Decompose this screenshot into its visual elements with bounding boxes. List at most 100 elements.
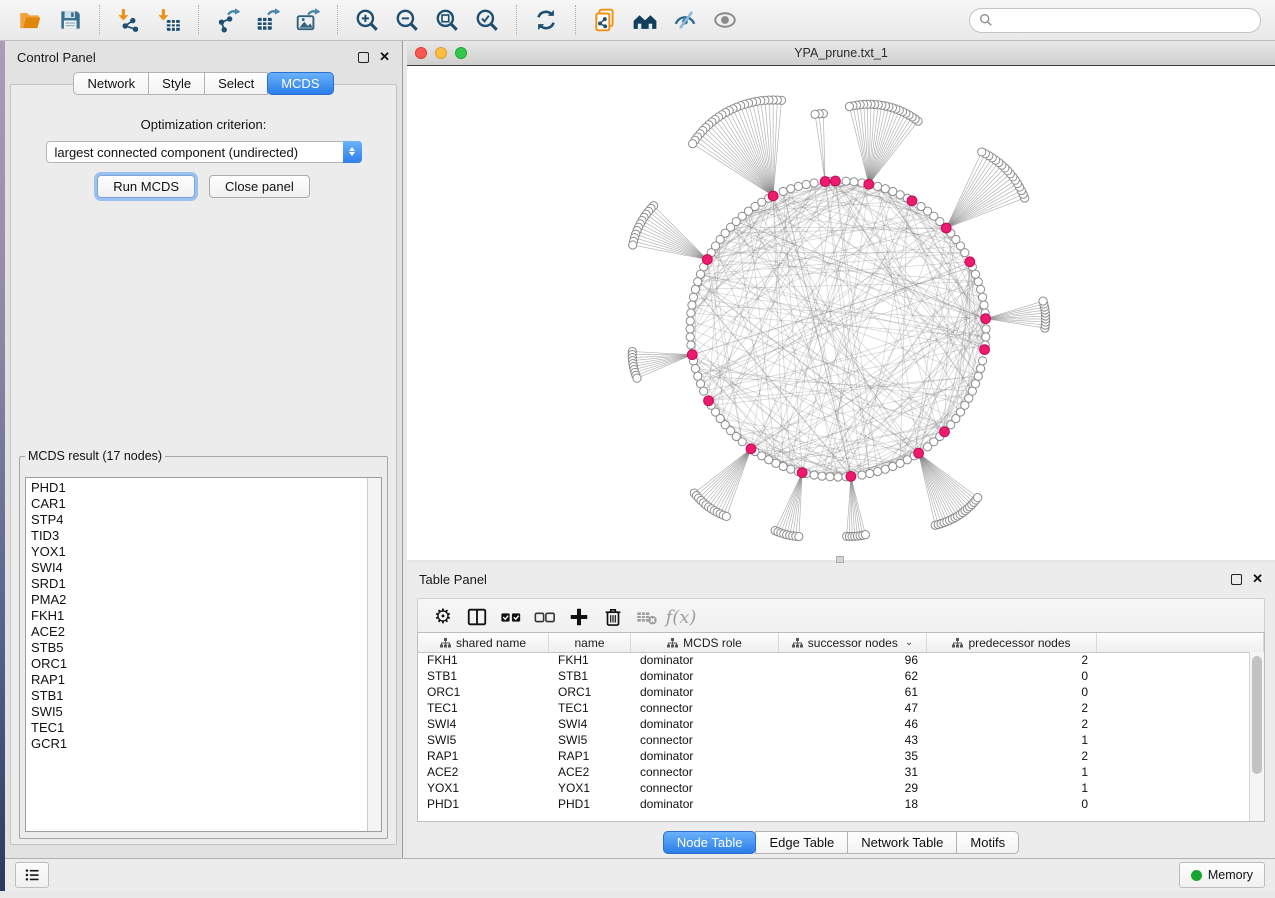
neighbors-icon[interactable] [630, 5, 660, 35]
network-node[interactable] [818, 472, 826, 480]
network-node[interactable] [686, 317, 694, 325]
network-node[interactable] [633, 374, 641, 382]
column-header-predecessor-nodes[interactable]: predecessor nodes [927, 633, 1097, 652]
network-node[interactable] [691, 285, 699, 293]
mcds-result-item[interactable]: STB1 [31, 688, 368, 704]
network-node[interactable] [845, 103, 853, 111]
table-tab-motifs[interactable]: Motifs [956, 831, 1019, 854]
network-node[interactable] [826, 473, 834, 481]
table-row[interactable]: ORC1ORC1dominator610 [418, 684, 1250, 700]
network-node[interactable] [688, 301, 696, 309]
save-session-icon[interactable] [55, 5, 85, 35]
zoom-out-icon[interactable] [392, 5, 422, 35]
network-node[interactable] [971, 380, 979, 388]
network-node[interactable] [694, 372, 702, 380]
table-tab-network-table[interactable]: Network Table [847, 831, 957, 854]
dominator-node[interactable] [981, 314, 991, 324]
dominator-node[interactable] [702, 255, 712, 265]
network-node[interactable] [722, 512, 730, 520]
panel-list-button[interactable] [15, 862, 49, 888]
dominator-node[interactable] [907, 196, 917, 206]
network-node[interactable] [861, 531, 869, 539]
network-node[interactable] [696, 270, 704, 278]
tab-network[interactable]: Network [73, 72, 149, 95]
mcds-result-item[interactable]: GCR1 [31, 736, 368, 752]
network-node[interactable] [691, 364, 699, 372]
table-row[interactable]: SWI4SWI4dominator462 [418, 716, 1250, 732]
network-node[interactable] [779, 462, 787, 470]
network-node[interactable] [687, 341, 695, 349]
network-node[interactable] [881, 185, 889, 193]
dominator-node[interactable] [965, 257, 975, 267]
network-node[interactable] [881, 465, 889, 473]
column-header-MCDS-role[interactable]: MCDS role [631, 633, 779, 652]
unselect-all-columns-icon[interactable] [528, 602, 562, 632]
network-node[interactable] [850, 178, 858, 186]
new-network-from-selection-icon[interactable] [590, 5, 620, 35]
show-all-icon[interactable] [710, 5, 740, 35]
network-node[interactable] [686, 333, 694, 341]
zoom-fit-icon[interactable] [432, 5, 462, 35]
import-table-icon[interactable] [154, 5, 184, 35]
network-node[interactable] [794, 182, 802, 190]
tab-select[interactable]: Select [204, 72, 268, 95]
network-node[interactable] [866, 469, 874, 477]
network-node[interactable] [873, 182, 881, 190]
dominator-node[interactable] [797, 468, 807, 478]
refresh-layout-icon[interactable] [531, 5, 561, 35]
dominator-node[interactable] [704, 396, 714, 406]
open-session-icon[interactable] [15, 5, 45, 35]
network-node[interactable] [974, 278, 982, 286]
table-row[interactable]: PHD1PHD1dominator180 [418, 796, 1250, 812]
zoom-selected-icon[interactable] [472, 5, 502, 35]
mcds-result-item[interactable]: CAR1 [31, 496, 368, 512]
delete-column-icon[interactable] [596, 602, 630, 632]
network-node[interactable] [982, 325, 990, 333]
table-row[interactable]: YOX1YOX1connector291 [418, 780, 1250, 796]
table-row[interactable]: SWI5SWI5connector431 [418, 732, 1250, 748]
dominator-node[interactable] [864, 179, 874, 189]
network-node[interactable] [700, 387, 708, 395]
select-all-columns-icon[interactable] [494, 602, 528, 632]
column-header-shared-name[interactable]: shared name [418, 633, 549, 652]
network-node[interactable] [687, 309, 695, 317]
network-node[interactable] [787, 185, 795, 193]
network-node[interactable] [802, 180, 810, 188]
mcds-result-item[interactable]: SWI4 [31, 560, 368, 576]
mcds-result-item[interactable]: ORC1 [31, 656, 368, 672]
network-node[interactable] [978, 148, 986, 156]
dominator-node[interactable] [940, 427, 950, 437]
network-node[interactable] [858, 471, 866, 479]
tab-style[interactable]: Style [148, 72, 205, 95]
dominator-node[interactable] [768, 191, 778, 201]
network-node[interactable] [795, 532, 803, 540]
network-node[interactable] [980, 301, 988, 309]
close-panel-button[interactable]: Close panel [209, 175, 310, 198]
network-node[interactable] [917, 202, 925, 210]
close-panel-icon[interactable]: ✕ [379, 52, 390, 62]
table-scrollbar-thumb[interactable] [1252, 656, 1262, 774]
mcds-result-item[interactable]: PHD1 [31, 480, 368, 496]
zoom-in-icon[interactable] [352, 5, 382, 35]
memory-button[interactable]: Memory [1179, 862, 1265, 888]
network-node[interactable] [873, 468, 881, 476]
network-node[interactable] [978, 357, 986, 365]
network-node[interactable] [810, 471, 818, 479]
column-header-name[interactable]: name [549, 633, 631, 652]
network-node[interactable] [629, 241, 637, 249]
mcds-result-item[interactable]: SRD1 [31, 576, 368, 592]
network-node[interactable] [694, 278, 702, 286]
table-row[interactable]: TEC1TEC1connector472 [418, 700, 1250, 716]
mcds-result-item[interactable]: STB5 [31, 640, 368, 656]
mcds-result-item[interactable]: TEC1 [31, 720, 368, 736]
close-table-panel-icon[interactable]: ✕ [1252, 574, 1263, 584]
search-input[interactable] [998, 12, 1251, 28]
tab-mcds[interactable]: MCDS [267, 72, 333, 95]
mcds-result-item[interactable]: TID3 [31, 528, 368, 544]
network-canvas[interactable] [407, 66, 1275, 560]
dominator-node[interactable] [687, 350, 697, 360]
splitter-handle[interactable] [836, 556, 844, 563]
network-node[interactable] [889, 187, 897, 195]
dominator-node[interactable] [980, 345, 990, 355]
result-scrollbar[interactable] [367, 478, 381, 831]
